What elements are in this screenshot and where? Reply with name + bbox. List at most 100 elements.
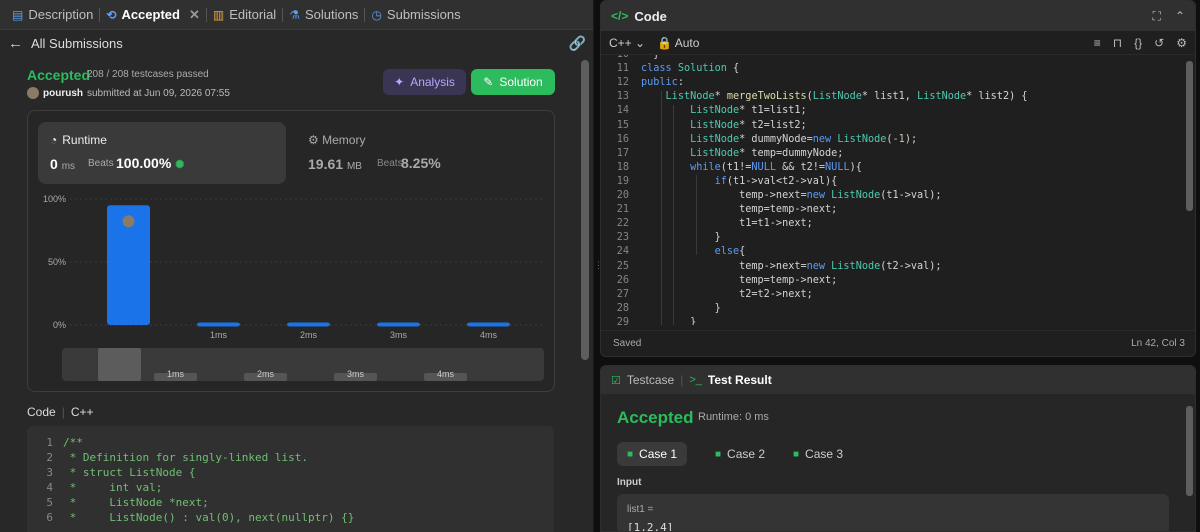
close-tab-icon[interactable]: ✕ [189,7,200,23]
line-number: 11 [616,63,629,75]
code-token: { [739,246,746,258]
testcases-passed: 208 / 208 testcases passed [87,69,209,80]
code-text: * struct ListNode { [63,466,196,479]
code-token: else [714,246,740,258]
bar-3ms[interactable] [377,322,420,327]
clock-icon: ◷ [371,7,382,22]
test-status: Accepted [617,408,694,427]
maximize-icon[interactable]: ⛶ [1153,9,1161,24]
code-token: ListNode [812,91,862,103]
braces-icon[interactable]: {} [1134,36,1142,50]
analysis-button[interactable]: ✦ Analysis [383,69,466,95]
line-number: 22 [616,218,629,230]
language-select[interactable]: C++ ⌄ [609,36,645,50]
left-scrollbar[interactable] [581,60,589,360]
code-token: NULL [751,161,776,173]
editor-line: 21 temp=temp->next; [601,204,838,218]
tab-editorial[interactable]: ▥ Editorial [207,0,282,30]
format-icon[interactable]: ≡ [1094,36,1101,50]
editor-line: 15 ListNode * t2=list2; [601,120,807,134]
x-tick-label: 4ms [480,330,498,340]
code-token: && t2!= [775,161,826,173]
code-text: * int val; [63,481,163,494]
bar-1ms[interactable] [197,322,240,327]
line-number: 5 [46,496,53,509]
code-line: 2 * Definition for singly-linked list. [27,451,554,466]
line-number: 15 [616,119,629,131]
code-token: while [690,161,721,173]
autocomplete-mode[interactable]: 🔒 Auto [657,36,699,50]
collapse-icon[interactable]: ⌃ [1175,9,1185,24]
code-token: temp=temp->next; [641,274,838,286]
code-token: -1 [892,133,905,145]
code-token: ListNode [831,260,881,272]
editor-line: 27 t2=t2->next; [601,289,813,303]
bookmark-icon[interactable]: ⊓ [1113,36,1122,50]
history-icon: ⟲ [106,7,117,22]
submitted-time: submitted at Jun 09, 2026 07:55 [87,87,230,99]
link-icon[interactable]: 🔗 [569,35,586,52]
indent-guide [696,175,697,255]
terminal-icon: >_ [689,374,702,386]
settings-icon[interactable]: ⚙ [1176,36,1187,50]
line-number: 10 [601,55,641,63]
line-number: 19 [616,175,629,187]
test-result-panel: ☑ Testcase | >_ Test Result Accepted Run… [600,365,1196,532]
line-number: 23 [616,232,629,244]
editor-line: 29 } [601,317,696,325]
code-icon: </> [611,9,629,23]
username[interactable]: pourush [43,88,83,99]
line-number: 18 [616,161,629,173]
code-text: * ListNode *next; [63,496,209,509]
line-number: 21 [616,204,629,216]
tab-description[interactable]: ▤ Description [6,0,99,30]
submission-panel: ▤ Description ⟲ Accepted ✕ ▥ Editorial ⚗ Solu… [0,0,594,532]
code-token: } [641,316,697,325]
tab-testcase[interactable]: Testcase [627,373,674,387]
tab-test-result[interactable]: Test Result [708,373,772,387]
case-3-tab[interactable]: ■ Case 3 [783,442,853,466]
editor-line: 26 temp=temp->next; [601,274,838,289]
bar-4ms[interactable] [467,322,510,327]
code-editor[interactable]: 10 }11class Solution {12public:13 ListNo… [601,55,1195,325]
code-line: 5 * ListNode *next; [27,496,554,511]
indent-guide [661,91,662,325]
code-token: ListNode [690,133,740,145]
book-icon: ▥ [212,7,225,22]
chart-range-slider[interactable]: 1ms 2ms 3ms 4ms [62,348,544,381]
tab-solutions[interactable]: ⚗ Solutions [283,0,364,30]
code-token: ListNode [831,190,881,201]
code-token: temp->next= [641,190,807,201]
runtime-box[interactable]: ◔ Runtime 0 ms Beats 100.00% ✺ [38,122,286,184]
input-label: Input [617,477,642,488]
line-number: 4 [46,481,53,494]
editor-line: 17 ListNode * temp=dummyNode; [601,148,844,162]
range-handle[interactable] [98,348,141,381]
test-scrollbar[interactable] [1186,406,1193,496]
avatar[interactable] [27,87,39,99]
code-token: : [677,77,684,89]
submitter-info: pourush submitted at Jun 09, 2026 07:55 [27,87,230,99]
back-arrow-icon[interactable]: ← [8,35,23,52]
reset-icon[interactable]: ↺ [1154,36,1164,50]
solution-button[interactable]: ✎ Solution [471,69,555,95]
x-tick-label: 2ms [300,330,318,340]
line-number: 29 [616,316,629,325]
case-1-tab[interactable]: ■ Case 1 [617,442,688,466]
editor-line: 16 ListNode * dummyNode= new ListNode(-1); [601,134,917,148]
code-label: Code [27,405,56,419]
code-token: ListNode [665,91,715,103]
submitted-code-block: 1 /** 2 * Definition for singly-linked lis… [27,426,554,532]
tab-submissions[interactable]: ◷ Submissions [365,0,466,30]
bar-2ms[interactable] [287,322,330,327]
editor-line: 11 class Solution { [601,63,739,77]
case-2-tab[interactable]: ■ Case 2 [705,442,775,466]
tab-accepted[interactable]: ⟲ Accepted ✕ [100,0,206,30]
editor-scrollbar[interactable] [1186,61,1193,211]
editor-line: 12 public: [601,77,684,91]
all-submissions-link[interactable]: All Submissions [31,36,123,51]
user-avatar-marker [122,215,135,228]
line-number: 26 [616,274,629,286]
sparkle-icon: ✦ [394,75,405,89]
